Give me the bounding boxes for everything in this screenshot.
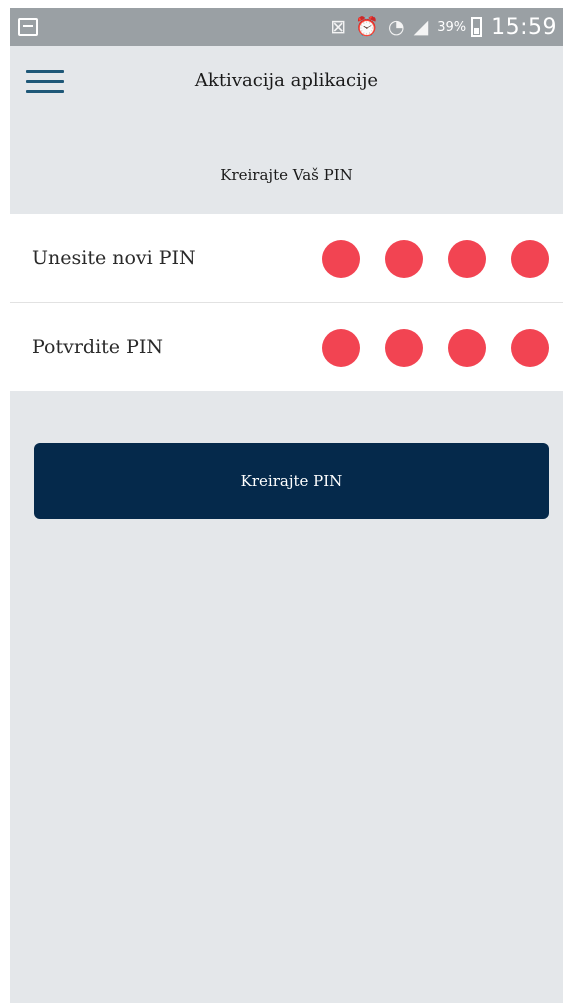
pin-card: Unesite novi PIN Potvrdite PIN — [10, 214, 563, 391]
new-pin-field[interactable]: Unesite novi PIN — [10, 214, 563, 302]
app-header: Aktivacija aplikacije — [10, 46, 563, 140]
page-title: Aktivacija aplikacije — [194, 70, 379, 91]
status-icons: ⊠ ⏰ ◔ ◢ 39% 15:59 — [330, 14, 557, 40]
status-bar: ⊠ ⏰ ◔ ◢ 39% 15:59 — [10, 8, 563, 46]
battery-icon — [471, 17, 483, 37]
battery-percent: 39% — [437, 19, 467, 35]
confirm-pin-label: Potvrdite PIN — [32, 336, 163, 358]
confirm-pin-field[interactable]: Potvrdite PIN — [10, 302, 563, 391]
pin-dot — [511, 329, 549, 367]
section-title: Kreirajte Vaš PIN — [220, 166, 353, 184]
pin-dot — [322, 240, 360, 278]
pin-dot — [322, 329, 360, 367]
pin-dot — [448, 240, 486, 278]
alarm-icon: ⏰ — [355, 16, 379, 38]
confirm-pin-dots — [322, 329, 549, 367]
pin-dot — [385, 329, 423, 367]
pin-dot — [448, 329, 486, 367]
new-pin-label: Unesite novi PIN — [32, 247, 196, 269]
gallery-icon — [18, 18, 38, 36]
create-pin-button[interactable]: Kreirajte PIN — [34, 443, 549, 519]
status-clock: 15:59 — [491, 14, 557, 40]
pin-dot — [385, 240, 423, 278]
wifi-icon: ◔ — [387, 16, 405, 38]
app-screen: ⊠ ⏰ ◔ ◢ 39% 15:59 Aktivacija aplikacije … — [10, 8, 563, 1003]
signal-icon: ◢ — [413, 16, 429, 38]
nfc-icon: ⊠ — [330, 16, 347, 38]
new-pin-dots — [322, 240, 549, 278]
pin-dot — [511, 240, 549, 278]
